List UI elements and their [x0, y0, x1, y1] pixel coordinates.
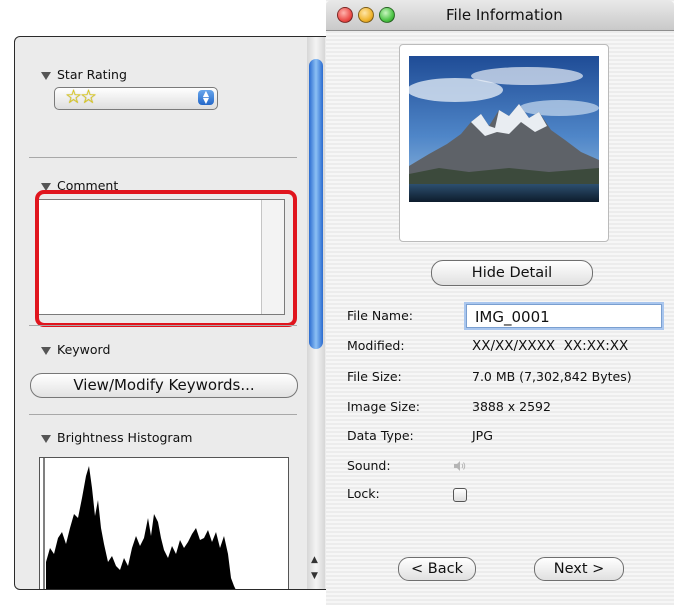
- image-size-value: 3888 x 2592: [472, 399, 551, 414]
- image-size-label: Image Size:: [347, 399, 420, 414]
- histogram-section-title[interactable]: Brightness Histogram: [41, 430, 192, 445]
- window-title: File Information: [446, 6, 563, 24]
- histogram-graph: [43, 458, 236, 589]
- close-window-button[interactable]: [337, 7, 353, 23]
- scroll-up-arrow-icon[interactable]: ▲: [311, 555, 318, 565]
- info-drawer-panel: Star Rating ☆☆ ▲ ▼ Comment Keyword View/M…: [14, 36, 328, 590]
- star-rating-section-title[interactable]: Star Rating: [41, 67, 127, 82]
- histogram-label: Brightness Histogram: [57, 430, 193, 445]
- file-information-window: File Information Hide Detail File Name: …: [326, 0, 674, 605]
- view-modify-keywords-button[interactable]: View/Modify Keywords...: [30, 373, 298, 398]
- star-rating-label: Star Rating: [57, 67, 127, 82]
- callout-highlight-frame: [35, 190, 297, 327]
- section-divider: [29, 325, 297, 326]
- data-type-label: Data Type:: [347, 428, 414, 443]
- sound-label: Sound:: [347, 458, 391, 473]
- panel-vertical-scrollbar[interactable]: ▲ ▼: [307, 37, 325, 589]
- next-button[interactable]: Next >: [534, 557, 624, 581]
- file-size-label: File Size:: [347, 369, 402, 384]
- lock-checkbox[interactable]: [453, 488, 467, 502]
- back-button[interactable]: < Back: [398, 557, 476, 581]
- zoom-window-button[interactable]: [379, 7, 395, 23]
- file-name-field[interactable]: IMG_0001: [466, 304, 662, 328]
- keyword-section-title[interactable]: Keyword: [41, 342, 110, 357]
- section-divider: [29, 414, 297, 415]
- scrollbar-thumb[interactable]: [309, 59, 323, 349]
- data-type-value: JPG: [472, 428, 493, 443]
- disclosure-triangle-icon[interactable]: [41, 434, 51, 443]
- section-divider: [29, 157, 297, 158]
- keyword-label: Keyword: [57, 342, 111, 357]
- modified-label: Modified:: [347, 338, 405, 353]
- hide-detail-button[interactable]: Hide Detail: [431, 260, 593, 286]
- image-thumbnail: [409, 56, 599, 222]
- popup-arrows-icon: ▲ ▼: [198, 90, 214, 105]
- lock-label: Lock:: [347, 486, 380, 501]
- file-name-label: File Name:: [347, 308, 413, 323]
- speaker-icon[interactable]: [453, 460, 467, 472]
- star-rating-stars: ☆☆: [65, 86, 97, 108]
- scroll-down-arrow-icon[interactable]: ▼: [311, 571, 318, 581]
- window-titlebar[interactable]: File Information: [326, 0, 674, 31]
- modified-value: XX/XX/XXXX XX:XX:XX: [472, 338, 629, 354]
- minimize-window-button[interactable]: [358, 7, 374, 23]
- file-size-value: 7.0 MB (7,302,842 Bytes): [472, 369, 632, 384]
- star-rating-popup[interactable]: ☆☆ ▲ ▼: [54, 86, 218, 110]
- disclosure-triangle-icon[interactable]: [41, 346, 51, 355]
- image-preview-frame: [399, 44, 609, 242]
- brightness-histogram: [39, 457, 289, 589]
- disclosure-triangle-icon[interactable]: [41, 71, 51, 80]
